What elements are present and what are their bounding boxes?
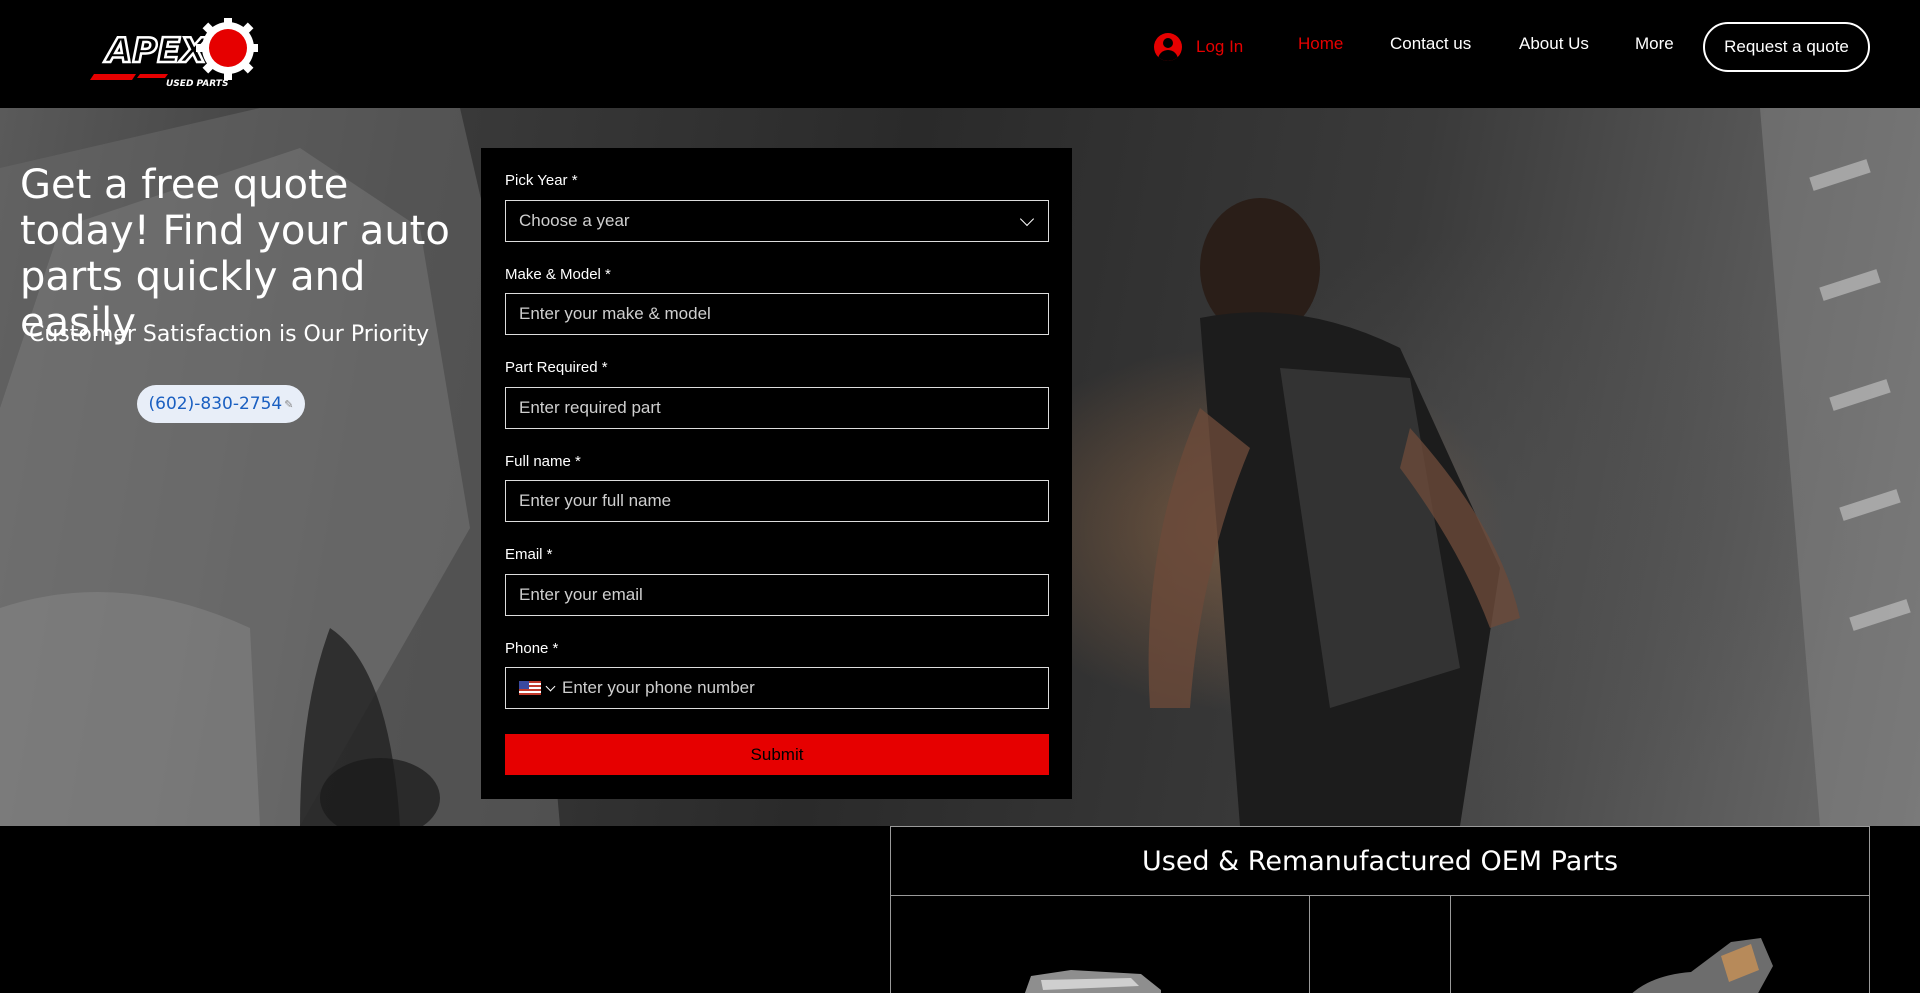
engine-part-image [1024, 970, 1161, 993]
year-select[interactable]: Choose a year [505, 200, 1049, 242]
part-label: Part Required * [505, 359, 608, 376]
oem-parts-heading-box: Used & Remanufactured OEM Parts [890, 826, 1870, 896]
year-select-value: Choose a year [519, 211, 630, 230]
part-input[interactable]: Enter required part [505, 387, 1049, 429]
site-header: APEX USED PARTS Log In Home Contact us A… [0, 0, 1920, 108]
part-card[interactable] [890, 896, 1310, 993]
country-chevron-icon[interactable] [545, 681, 556, 691]
nav-contact-us[interactable]: Contact us [1390, 34, 1471, 54]
year-label: Pick Year * [505, 172, 578, 189]
transmission-part-image [1632, 938, 1773, 993]
oem-parts-heading: Used & Remanufactured OEM Parts [1141, 845, 1619, 877]
nav-home[interactable]: Home [1298, 34, 1343, 54]
hero-headline: Get a free quote today! Find your auto p… [20, 162, 450, 346]
login-label: Log In [1196, 37, 1244, 56]
login-button[interactable]: Log In [1154, 30, 1243, 64]
part-card[interactable] [1450, 896, 1870, 993]
hero-shelf-image [1760, 108, 1920, 826]
quote-form: Pick Year * Choose a year Make & Model *… [481, 148, 1072, 799]
us-flag-icon[interactable] [519, 681, 541, 695]
phone-label: Phone * [505, 640, 559, 657]
nav-about-us[interactable]: About Us [1519, 34, 1589, 54]
hero-mechanic-image [1148, 198, 1520, 826]
logo-subtext: USED PARTS [166, 79, 228, 89]
full-name-input[interactable]: Enter your full name [505, 480, 1049, 522]
email-input[interactable]: Enter your email [505, 574, 1049, 616]
phone-call-icon: ✎ [284, 397, 294, 411]
phone-number: (602)-830-2754 [148, 394, 283, 414]
make-model-label: Make & Model * [505, 266, 611, 283]
request-quote-button[interactable]: Request a quote [1703, 22, 1870, 72]
phone-link[interactable]: (602)-830-2754 ✎ [137, 385, 305, 423]
chevron-down-icon [1019, 211, 1035, 226]
phone-field: Enter your phone number [505, 667, 1049, 709]
hero-subhead: Customer Satisfaction is Our Priority [29, 322, 430, 347]
submit-button[interactable]: Submit [505, 734, 1049, 775]
logo-wordmark: APEX [103, 31, 208, 71]
make-model-input[interactable]: Enter your make & model [505, 293, 1049, 335]
user-avatar-icon [1154, 33, 1182, 61]
email-label: Email * [505, 546, 553, 563]
hero-section: Get a free quote today! Find your auto p… [0, 108, 1920, 826]
nav-more[interactable]: More [1635, 34, 1674, 54]
apex-logo[interactable]: APEX USED PARTS [88, 18, 258, 90]
full-name-label: Full name * [505, 453, 581, 470]
phone-input[interactable]: Enter your phone number [562, 678, 755, 698]
